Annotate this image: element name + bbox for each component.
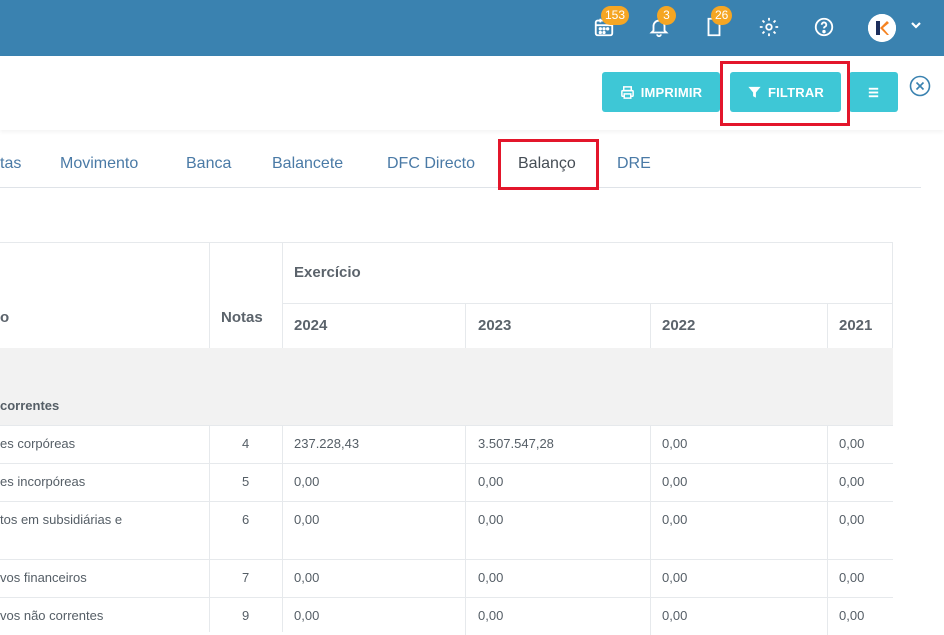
row-value: 0,00 <box>478 474 504 489</box>
section-row <box>0 348 893 425</box>
row-value: 0,00 <box>839 436 865 451</box>
row-description: vos financeiros <box>0 570 87 585</box>
tab-dre[interactable]: DRE <box>617 155 651 173</box>
column-divider <box>827 597 828 635</box>
row-value: 0,00 <box>662 570 688 585</box>
avatar[interactable] <box>868 14 896 42</box>
menu-icon <box>868 87 879 97</box>
table-row <box>0 501 893 559</box>
row-value: 0,00 <box>662 436 688 451</box>
bell-badge: 3 <box>657 6 676 25</box>
print-button[interactable]: IMPRIMIR <box>602 72 720 112</box>
column-divider <box>827 559 828 597</box>
row-note[interactable]: 5 <box>242 474 249 489</box>
tab-dfc-directo[interactable]: DFC Directo <box>387 155 475 173</box>
row-note[interactable]: 6 <box>242 512 249 527</box>
top-navbar: 153 3 26 <box>0 0 944 56</box>
print-label: IMPRIMIR <box>640 84 703 100</box>
row-note[interactable]: 9 <box>242 608 249 623</box>
notes-header[interactable]: Notas <box>221 309 263 326</box>
table-row <box>0 597 893 635</box>
help-icon[interactable] <box>811 14 837 40</box>
year-header[interactable]: 2023 <box>478 317 511 334</box>
row-value: 0,00 <box>662 512 688 527</box>
tab-movimento[interactable]: Movimento <box>60 155 138 173</box>
tab-banca[interactable]: Banca <box>186 155 231 173</box>
row-description: vos não correntes <box>0 608 104 623</box>
row-value: 0,00 <box>294 570 320 585</box>
row-value: 237.228,43 <box>294 436 360 451</box>
row-value: 0,00 <box>294 474 320 489</box>
column-divider <box>650 425 651 463</box>
exercise-header: Exercício <box>294 264 361 281</box>
documents-badge: 26 <box>711 6 733 25</box>
row-value: 0,00 <box>839 570 865 585</box>
row-value: 3.507.547,28 <box>478 436 554 451</box>
column-divider <box>465 501 466 559</box>
balance-table: o Notas Exercício 2024 2023 2022 2021 co… <box>0 242 893 635</box>
column-divider <box>465 559 466 597</box>
column-divider <box>827 501 828 559</box>
row-value: 0,00 <box>294 608 320 623</box>
chevron-down-icon[interactable] <box>908 17 924 33</box>
column-divider <box>465 425 466 463</box>
year-header[interactable]: 2024 <box>294 317 327 334</box>
row-note[interactable]: 7 <box>242 570 249 585</box>
row-value: 0,00 <box>839 608 865 623</box>
column-divider <box>827 425 828 463</box>
row-value: 0,00 <box>662 608 688 623</box>
year-header[interactable]: 2022 <box>662 317 695 334</box>
row-description: es incorpóreas <box>0 474 86 489</box>
printer-icon <box>620 85 634 99</box>
filter-highlight-box <box>720 61 850 126</box>
report-tabs: tas Movimento Banca Balancete DFC Direct… <box>0 140 921 188</box>
row-value: 0,00 <box>662 474 688 489</box>
table-row <box>0 425 893 463</box>
column-divider <box>465 463 466 501</box>
row-value: 0,00 <box>478 608 504 623</box>
row-value: 0,00 <box>839 512 865 527</box>
column-divider <box>465 597 466 635</box>
row-value: 0,00 <box>294 512 320 527</box>
table-row <box>0 559 893 597</box>
close-icon[interactable] <box>909 75 931 97</box>
calendar-badge: 153 <box>601 6 630 25</box>
description-header: o <box>0 309 10 326</box>
row-value: 0,00 <box>478 570 504 585</box>
bell-icon[interactable]: 3 <box>646 6 676 40</box>
column-divider <box>650 597 651 635</box>
balanco-highlight-box <box>498 139 599 190</box>
section-title: correntes <box>0 398 60 413</box>
menu-button[interactable] <box>849 72 898 112</box>
row-value: 0,00 <box>478 512 504 527</box>
row-description: es corpóreas <box>0 436 76 451</box>
column-divider <box>827 463 828 501</box>
table-row <box>0 463 893 501</box>
column-divider <box>650 463 651 501</box>
tab-balancete[interactable]: Balancete <box>272 155 343 173</box>
document-icon[interactable]: 26 <box>701 6 733 40</box>
gear-icon[interactable] <box>756 14 782 40</box>
column-divider <box>650 501 651 559</box>
row-description: tos em subsidiárias e <box>0 512 123 527</box>
row-value: 0,00 <box>839 474 865 489</box>
calendar-icon[interactable]: 153 <box>591 6 630 40</box>
row-note[interactable]: 4 <box>242 436 249 451</box>
column-divider <box>650 559 651 597</box>
tab-contas[interactable]: tas <box>0 155 21 173</box>
year-header[interactable]: 2021 <box>839 317 872 334</box>
